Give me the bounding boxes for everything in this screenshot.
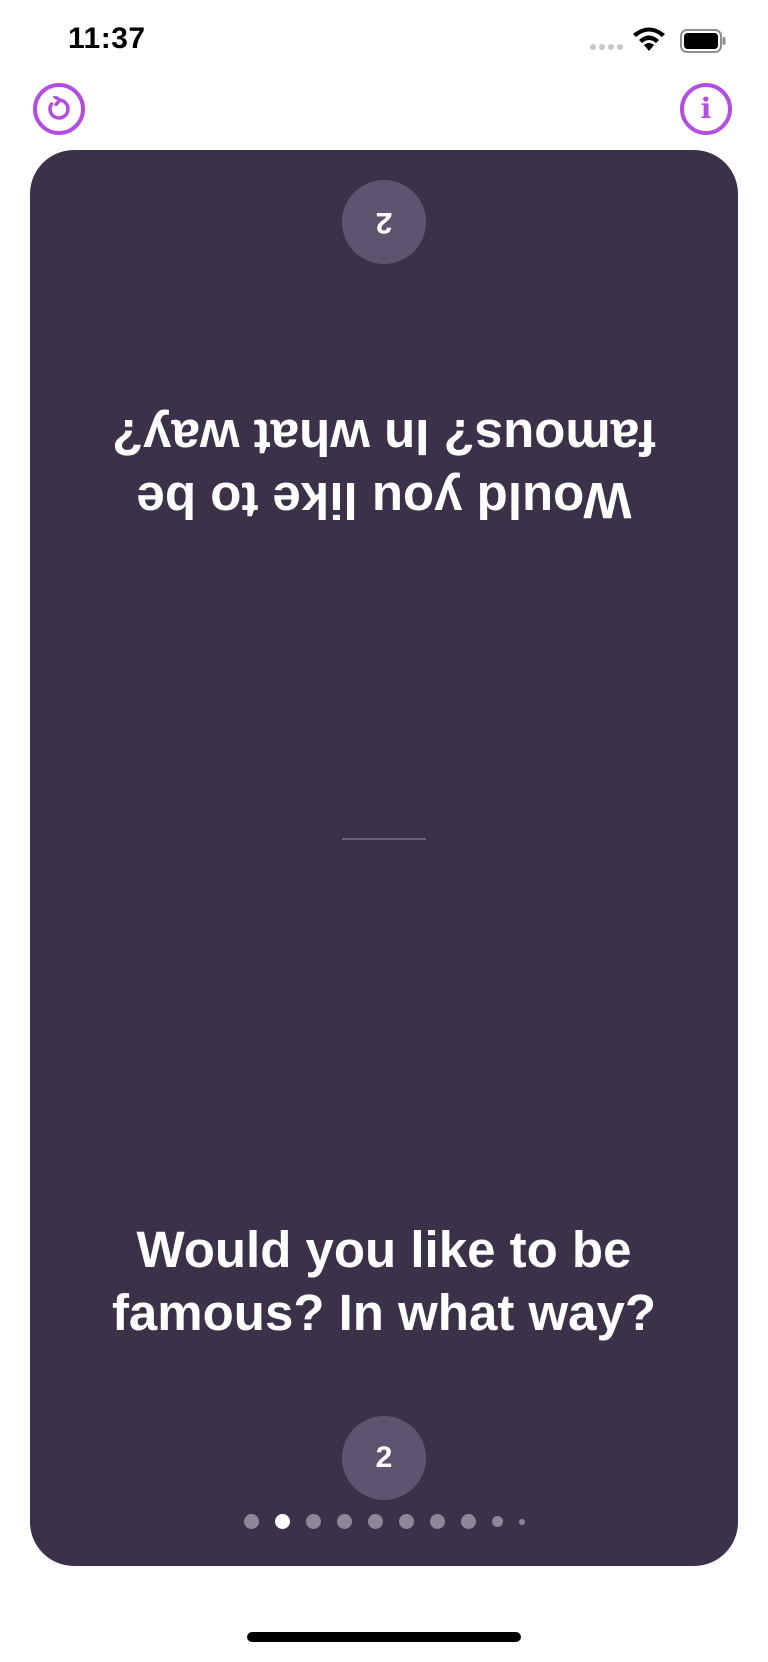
page-dot[interactable] (518, 1518, 525, 1525)
card-number-bottom: 2 (342, 1416, 426, 1500)
page-dot[interactable] (305, 1514, 321, 1529)
question-text-upside-down: Would you like to be famous? In what way… (111, 409, 657, 529)
page-dot[interactable] (336, 1514, 352, 1529)
page-dot[interactable] (429, 1514, 445, 1529)
page-dot[interactable] (367, 1514, 383, 1529)
page-dot[interactable] (491, 1516, 503, 1527)
refresh-icon (48, 96, 70, 120)
question-text: Would you like to be famous? In what way… (111, 1221, 657, 1341)
question-card[interactable]: 2 Would you like to be famous? In what w… (30, 150, 738, 1566)
home-indicator[interactable] (247, 1632, 521, 1642)
battery-icon (680, 29, 726, 53)
card-number-top: 2 (342, 180, 426, 264)
info-icon: i (700, 92, 712, 125)
info-button[interactable]: i (680, 83, 732, 135)
page-dot-active[interactable] (274, 1514, 290, 1529)
cellular-signal-icon (590, 44, 623, 50)
page-dot[interactable] (398, 1514, 414, 1529)
status-time: 11:37 (68, 22, 146, 55)
wifi-icon (633, 27, 665, 51)
refresh-button[interactable] (33, 83, 85, 135)
page-indicator[interactable] (30, 1514, 738, 1529)
card-divider (342, 838, 426, 840)
page-dot[interactable] (243, 1514, 259, 1529)
page-dot[interactable] (460, 1514, 476, 1529)
status-bar: 11:37 (0, 0, 768, 80)
